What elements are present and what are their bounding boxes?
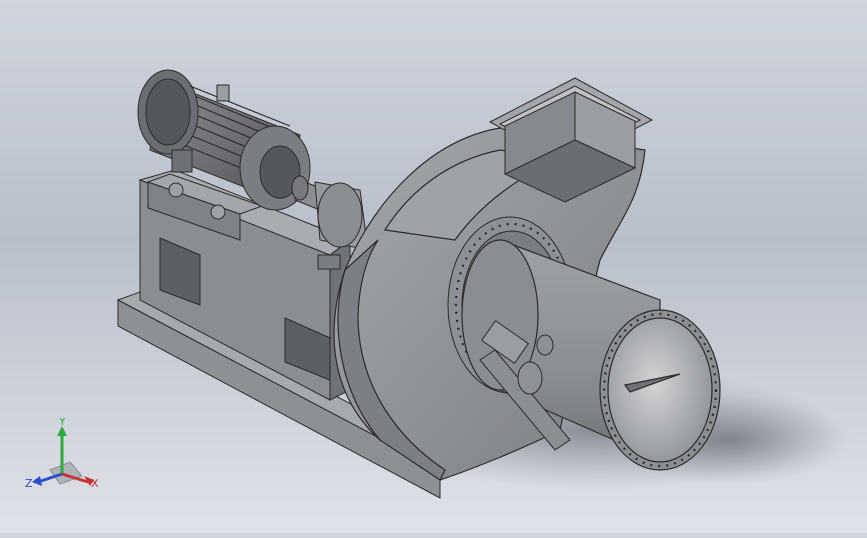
graphics-viewport[interactable]	[0, 0, 867, 533]
x-axis-label: X	[91, 477, 99, 490]
fan-model[interactable]	[0, 0, 867, 533]
z-axis-arrow	[32, 476, 42, 486]
y-axis-label: Y	[58, 418, 66, 428]
z-axis-label: Z	[25, 477, 33, 490]
triad-base	[49, 461, 83, 485]
view-orientation-triad: Y X Z	[22, 415, 112, 498]
